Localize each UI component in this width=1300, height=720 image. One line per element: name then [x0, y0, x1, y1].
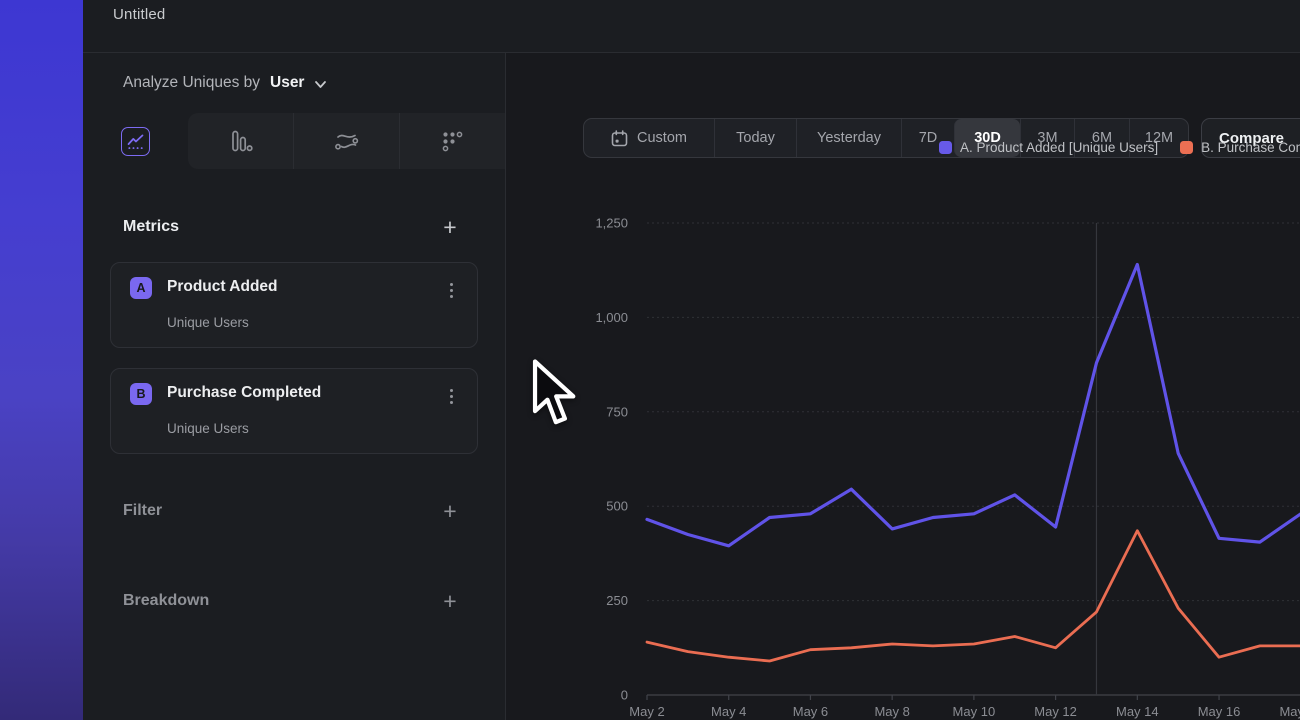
svg-text:0: 0 — [621, 688, 628, 703]
add-metric-button[interactable]: + — [435, 212, 465, 242]
svg-text:May 8: May 8 — [874, 704, 909, 719]
metric-name[interactable]: Purchase Completed — [167, 384, 321, 402]
kebab-menu-icon[interactable] — [441, 279, 461, 301]
flow-icon — [333, 128, 360, 155]
analyze-row: Analyze Uniques by User — [123, 74, 327, 92]
add-breakdown-button[interactable]: + — [435, 586, 465, 616]
app-window: Untitled Analyze Uniques by User — [0, 0, 1300, 720]
breakdown-section-title: Breakdown — [123, 592, 209, 610]
bar-chart-icon — [228, 128, 254, 154]
metric-measure[interactable]: Unique Users — [167, 315, 249, 330]
svg-text:May 2: May 2 — [629, 704, 664, 719]
scatter-grid-icon — [441, 130, 464, 153]
svg-text:May 14: May 14 — [1116, 704, 1159, 719]
analyze-label: Analyze Uniques by — [123, 74, 260, 92]
add-filter-button[interactable]: + — [435, 496, 465, 526]
metric-measure[interactable]: Unique Users — [167, 421, 249, 436]
chevron-down-icon[interactable] — [314, 80, 327, 89]
tab-scatter-grid[interactable] — [399, 113, 505, 169]
svg-text:1,000: 1,000 — [595, 310, 628, 325]
report-title[interactable]: Untitled — [113, 6, 165, 23]
svg-text:250: 250 — [606, 593, 628, 608]
svg-text:500: 500 — [606, 499, 628, 514]
metric-name[interactable]: Product Added — [167, 278, 278, 296]
metric-badge-b: B — [130, 383, 152, 405]
desktop-gradient-background — [0, 0, 83, 720]
mouse-cursor-icon — [531, 358, 578, 430]
svg-text:May 16: May 16 — [1198, 704, 1241, 719]
line-chart[interactable]: 0 250 500 750 1,000 1,250 May 2 May 4 May 6 May 8… — [505, 52, 1300, 720]
kebab-menu-icon[interactable] — [441, 385, 461, 407]
svg-text:May 12: May 12 — [1034, 704, 1077, 719]
svg-text:May 18: May 18 — [1279, 704, 1300, 719]
metric-card-a[interactable]: A Product Added Unique Users — [110, 262, 478, 348]
metric-card-b[interactable]: B Purchase Completed Unique Users — [110, 368, 478, 454]
tab-line-chart[interactable] — [121, 127, 150, 156]
metric-badge-a: A — [130, 277, 152, 299]
svg-text:May 4: May 4 — [711, 704, 746, 719]
tab-flow[interactable] — [293, 113, 399, 169]
svg-text:750: 750 — [606, 404, 628, 419]
svg-text:May 6: May 6 — [793, 704, 828, 719]
tab-bar-chart[interactable] — [188, 113, 293, 169]
svg-text:1,250: 1,250 — [595, 216, 628, 231]
svg-text:May 10: May 10 — [953, 704, 996, 719]
chart-type-tab-group — [188, 113, 505, 169]
metrics-section-title: Metrics — [123, 218, 179, 236]
analyze-entity-dropdown[interactable]: User — [270, 74, 304, 92]
filter-section-title: Filter — [123, 502, 162, 520]
line-chart-icon — [125, 131, 146, 152]
